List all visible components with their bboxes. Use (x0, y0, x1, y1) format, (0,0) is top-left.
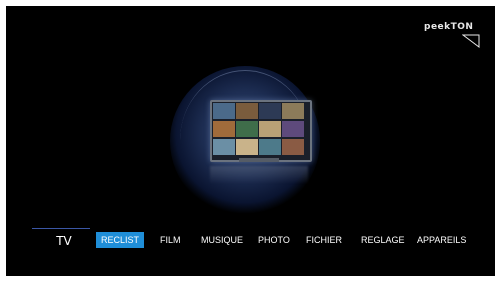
thumbnail-tile (282, 103, 304, 119)
thumbnail-tile (236, 139, 258, 155)
thumbnail-tile (213, 139, 235, 155)
thumbnail-tile (213, 121, 235, 137)
menu-item-reglage[interactable]: REGLAGE (356, 232, 410, 248)
flag-icon (462, 34, 480, 48)
screen: peekTON TV RECLIST FILM MUSIQUE PHOTO FI… (0, 0, 501, 281)
thumbnail-tile (213, 103, 235, 119)
tv-icon (210, 100, 312, 162)
thumbnail-tile (259, 103, 281, 119)
thumbnail-tile (236, 121, 258, 137)
menu-item-fichier[interactable]: FICHIER (301, 232, 347, 248)
thumbnail-tile (259, 121, 281, 137)
thumbnail-tile (236, 103, 258, 119)
tv-stand (239, 158, 279, 162)
menu-item-appareils[interactable]: APPAREILS (412, 232, 471, 248)
thumbnail-tile (282, 121, 304, 137)
section-label: TV (56, 234, 72, 248)
menu-item-film[interactable]: FILM (155, 232, 186, 248)
thumbnail-tile (282, 139, 304, 155)
menu-item-reclist[interactable]: RECLIST (96, 232, 145, 248)
menu-item-photo[interactable]: PHOTO (253, 232, 295, 248)
tv-reflection (210, 166, 308, 184)
brand-logo-text: peekTON (424, 22, 474, 32)
menu-item-musique[interactable]: MUSIQUE (196, 232, 248, 248)
thumbnail-tile (259, 139, 281, 155)
brand-logo: peekTON (424, 22, 482, 48)
section-underline (32, 228, 90, 229)
